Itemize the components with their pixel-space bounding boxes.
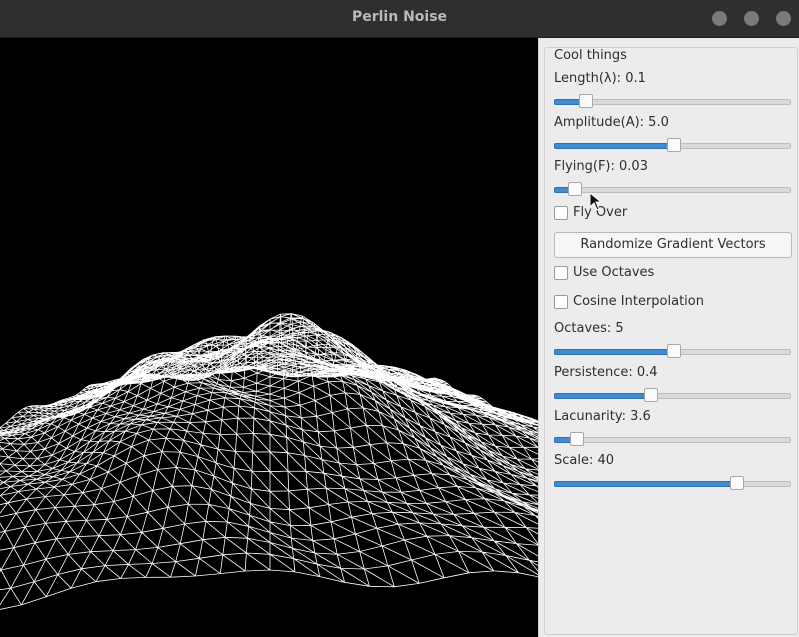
- window-title: Perlin Noise: [351, 9, 448, 25]
- slider-track: [554, 437, 791, 443]
- checkbox-box[interactable]: [554, 295, 568, 309]
- scale-label: Scale: 40: [554, 453, 615, 468]
- amplitude-slider[interactable]: [554, 137, 791, 153]
- checkbox-box[interactable]: [554, 206, 568, 220]
- cosine-interpolation-label: Cosine Interpolation: [573, 294, 704, 309]
- control-panel: Cool things Length(λ): 0.1 Amplitude(A):…: [538, 38, 799, 637]
- minimize-button[interactable]: [712, 11, 727, 26]
- persistence-label: Persistence: 0.4: [554, 365, 658, 380]
- terrain-mesh: [0, 313, 538, 610]
- amplitude-label: Amplitude(A): 5.0: [554, 115, 669, 130]
- slider-fill: [554, 481, 738, 487]
- group-title: Cool things: [551, 48, 630, 63]
- use-octaves-label: Use Octaves: [573, 265, 655, 280]
- octaves-slider[interactable]: [554, 343, 791, 359]
- maximize-button[interactable]: [744, 11, 759, 26]
- slider-handle[interactable]: [644, 388, 658, 402]
- slider-fill: [554, 393, 652, 399]
- terrain-viewport[interactable]: [0, 38, 538, 637]
- lacunarity-label: Lacunarity: 3.6: [554, 409, 651, 424]
- randomize-gradient-button[interactable]: Randomize Gradient Vectors: [554, 232, 792, 258]
- slider-handle[interactable]: [730, 476, 744, 490]
- persistence-slider[interactable]: [554, 387, 791, 403]
- slider-handle[interactable]: [568, 182, 582, 196]
- app-window: Perlin Noise Cool things Length(λ): 0.1 …: [0, 0, 799, 637]
- slider-handle[interactable]: [570, 432, 584, 446]
- slider-handle[interactable]: [579, 94, 593, 108]
- octaves-label: Octaves: 5: [554, 321, 624, 336]
- slider-handle[interactable]: [667, 138, 681, 152]
- lacunarity-slider[interactable]: [554, 431, 791, 447]
- mouse-pointer-icon: [590, 193, 602, 211]
- close-button[interactable]: [776, 11, 791, 26]
- slider-fill: [554, 143, 675, 149]
- wireframe-terrain: [0, 313, 538, 610]
- length-slider[interactable]: [554, 93, 791, 109]
- checkbox-box[interactable]: [554, 266, 568, 280]
- flying-label: Flying(F): 0.03: [554, 159, 648, 174]
- cool-things-group: [544, 47, 798, 635]
- title-bar[interactable]: Perlin Noise: [0, 0, 799, 38]
- length-label: Length(λ): 0.1: [554, 71, 646, 86]
- slider-handle[interactable]: [667, 344, 681, 358]
- scale-slider[interactable]: [554, 475, 791, 491]
- slider-fill: [554, 349, 675, 355]
